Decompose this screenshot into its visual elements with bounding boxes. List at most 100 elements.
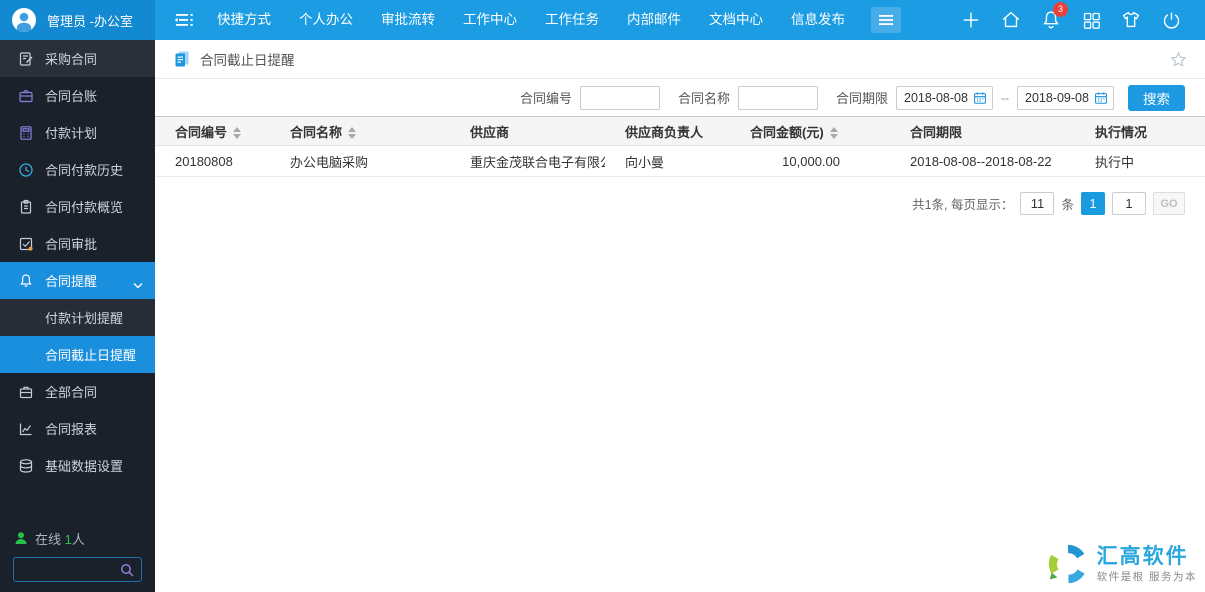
top-menu-work-center[interactable]: 工作中心 xyxy=(449,0,531,40)
avatar xyxy=(11,7,37,33)
top-menu-shortcuts[interactable]: 快捷方式 xyxy=(203,0,285,40)
col-contract-no[interactable]: 合同编号 xyxy=(155,117,270,146)
cell-period: 2018-08-08--2018-08-22 xyxy=(890,146,1075,177)
date-from-value: 2018-08-08 xyxy=(904,91,969,105)
vendor-logo: 汇高软件 软件是根 服务为本 xyxy=(1045,541,1197,587)
cell-supplier-contact: 向小曼 xyxy=(605,146,730,177)
search-button[interactable]: 搜索 xyxy=(1128,85,1185,111)
sidebar-item-payment-history[interactable]: 合同付款历史 xyxy=(0,151,155,188)
notifications-icon[interactable]: 3 xyxy=(1031,0,1071,40)
chevron-down-icon xyxy=(133,277,143,292)
theme-shirt-icon[interactable] xyxy=(1111,0,1151,40)
sidebar-item-payment-plan[interactable]: 付款计划 xyxy=(0,114,155,151)
sort-icon[interactable] xyxy=(348,127,356,139)
col-amount[interactable]: 合同金额(元) xyxy=(730,117,890,146)
cell-supplier: 重庆金茂联合电子有限公司 xyxy=(450,146,605,177)
date-to-picker[interactable]: 2018-09-08 xyxy=(1017,86,1114,110)
cell-contract-no: 20180808 xyxy=(155,146,270,177)
sidebar-item-label: 合同截止日提醒 xyxy=(45,345,136,364)
user-brand-area[interactable]: 管理员 -办公室 xyxy=(0,0,155,40)
clock-icon xyxy=(17,162,34,178)
sidebar-item-label: 全部合同 xyxy=(45,382,97,401)
sidebar-item-all-contracts[interactable]: 全部合同 xyxy=(0,373,155,410)
bell-icon xyxy=(17,273,34,289)
add-icon[interactable] xyxy=(951,0,991,40)
briefcase-icon xyxy=(17,384,34,400)
filter-bar: 合同编号 合同名称 合同期限 2018-08-08 -- 2018-09-08 … xyxy=(155,79,1205,116)
contract-name-label: 合同名称 xyxy=(678,88,730,107)
cell-status: 执行中 xyxy=(1075,146,1205,177)
top-menu-internal-mail[interactable]: 内部邮件 xyxy=(613,0,695,40)
top-menu-document-center[interactable]: 文档中心 xyxy=(695,0,777,40)
sidebar-item-contract-approval[interactable]: 合同审批 xyxy=(0,225,155,262)
date-from-picker[interactable]: 2018-08-08 xyxy=(896,86,993,110)
top-menu-personal-office[interactable]: 个人办公 xyxy=(285,0,367,40)
apps-grid-icon[interactable] xyxy=(1071,0,1111,40)
table-row[interactable]: 20180808 办公电脑采购 重庆金茂联合电子有限公司 向小曼 10,000.… xyxy=(155,146,1205,177)
sidebar-item-label: 付款计划 xyxy=(45,123,97,142)
sidebar-item-label: 基础数据设置 xyxy=(45,456,123,475)
notification-badge: 3 xyxy=(1053,2,1068,17)
vendor-name: 汇高软件 xyxy=(1097,545,1197,569)
approval-stamp-icon xyxy=(17,236,34,252)
pagination: 共1条, 每页显示： 条 1 GO xyxy=(155,177,1205,215)
sort-icon[interactable] xyxy=(233,127,241,139)
sidebar-subitem-payment-plan-reminder[interactable]: 付款计划提醒 xyxy=(0,299,155,336)
calculator-icon xyxy=(17,125,34,141)
wallet-icon xyxy=(17,88,34,104)
sidebar-item-label: 采购合同 xyxy=(45,49,97,68)
calendar-icon xyxy=(973,91,987,105)
sidebar-item-purchase-contract[interactable]: 采购合同 xyxy=(0,40,155,77)
sidebar-toggle-icon[interactable] xyxy=(173,10,195,30)
pagination-summary: 共1条, 每页显示： xyxy=(912,194,1013,213)
pagination-unit: 条 xyxy=(1061,194,1074,213)
search-icon[interactable] xyxy=(120,563,134,577)
sidebar-item-contract-reports[interactable]: 合同报表 xyxy=(0,410,155,447)
calendar-icon xyxy=(1094,91,1108,105)
page-size-input[interactable] xyxy=(1020,192,1054,215)
top-nav: 快捷方式 个人办公 审批流转 工作中心 工作任务 内部邮件 文档中心 信息发布 xyxy=(155,0,1205,40)
sidebar-item-label: 合同审批 xyxy=(45,234,97,253)
sidebar-footer: 在线 1人 xyxy=(0,526,155,582)
sidebar-item-label: 合同台账 xyxy=(45,86,97,105)
col-contract-name[interactable]: 合同名称 xyxy=(270,117,450,146)
sidebar-subitem-contract-deadline-reminder[interactable]: 合同截止日提醒 xyxy=(0,336,155,373)
goto-page-input[interactable] xyxy=(1112,192,1146,215)
home-icon[interactable] xyxy=(991,0,1031,40)
top-icon-bar: 3 xyxy=(951,0,1205,40)
sidebar-item-label: 合同报表 xyxy=(45,419,97,438)
top-menu-work-tasks[interactable]: 工作任务 xyxy=(531,0,613,40)
top-menu-info-publish[interactable]: 信息发布 xyxy=(777,0,859,40)
sidebar-item-contract-reminder[interactable]: 合同提醒 xyxy=(0,262,155,299)
online-label: 在线 1人 xyxy=(35,529,85,548)
sidebar-item-label: 合同付款概览 xyxy=(45,197,123,216)
current-page-button[interactable]: 1 xyxy=(1081,192,1105,215)
online-user-icon xyxy=(14,531,28,545)
doc-edit-icon xyxy=(17,51,34,67)
date-range-separator: -- xyxy=(1001,91,1009,105)
top-bar: 管理员 -办公室 快捷方式 个人办公 审批流转 工作中心 工作任务 内部邮件 文… xyxy=(0,0,1205,40)
sidebar-search-input[interactable] xyxy=(21,563,116,577)
table-header-row: 合同编号 合同名称 供应商 供应商负责人 合同金额(元) 合同期限 执行情况 xyxy=(155,117,1205,146)
contract-no-input[interactable] xyxy=(580,86,660,110)
pinwheel-logo-icon xyxy=(1045,541,1091,587)
breadcrumb: 合同截止日提醒 xyxy=(155,40,1205,79)
date-to-value: 2018-09-08 xyxy=(1025,91,1090,105)
sidebar-item-contract-ledger[interactable]: 合同台账 xyxy=(0,77,155,114)
power-icon[interactable] xyxy=(1151,0,1191,40)
go-button[interactable]: GO xyxy=(1153,192,1185,215)
online-status: 在线 1人 xyxy=(0,526,155,550)
col-period: 合同期限 xyxy=(890,117,1075,146)
page-title: 合同截止日提醒 xyxy=(200,49,295,69)
favorite-star-icon[interactable] xyxy=(1170,51,1187,68)
top-menu-more-button[interactable] xyxy=(871,7,901,33)
clipboard-icon xyxy=(17,199,34,215)
sort-icon[interactable] xyxy=(830,127,838,139)
top-menu-approval-flow[interactable]: 审批流转 xyxy=(367,0,449,40)
sidebar-item-payment-overview[interactable]: 合同付款概览 xyxy=(0,188,155,225)
main-content: 合同截止日提醒 合同编号 合同名称 合同期限 2018-08-08 -- 201… xyxy=(155,40,1205,592)
sidebar: 采购合同 合同台账 付款计划 合同付款历史 xyxy=(0,40,155,592)
sidebar-search-box[interactable] xyxy=(13,557,142,582)
sidebar-item-base-data-settings[interactable]: 基础数据设置 xyxy=(0,447,155,484)
contract-name-input[interactable] xyxy=(738,86,818,110)
